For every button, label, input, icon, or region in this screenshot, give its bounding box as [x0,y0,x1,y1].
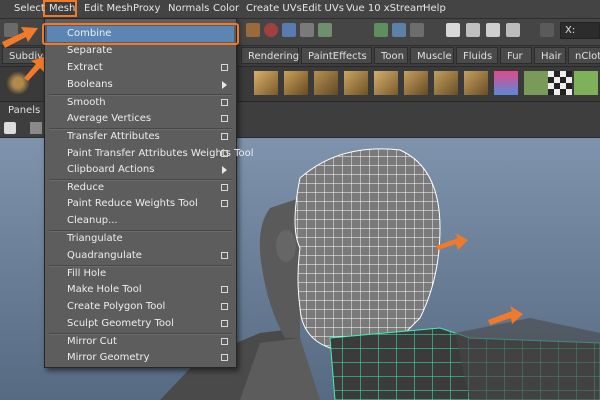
menu-item-reduce[interactable]: Reduce [47,180,234,196]
menu-color[interactable]: Color [213,3,239,14]
attribute-editor-icon[interactable] [506,23,520,37]
menu-edit-mesh[interactable]: Edit Mesh [84,3,133,14]
split-icon[interactable] [344,71,368,95]
tab-painteffects[interactable]: PaintEffects [301,47,372,64]
menu-mesh[interactable]: Mesh [49,3,75,14]
mesh-dropdown-menu: Combine Separate Extract Booleans Smooth… [44,18,254,368]
option-box-icon[interactable] [221,133,228,140]
menu-item-transfer-attributes[interactable]: Transfer Attributes [47,129,234,145]
snap-point-icon[interactable] [282,23,296,37]
menu-item-mirror-cut[interactable]: Mirror Cut [47,334,234,350]
menu-item-paint-reduce-weights[interactable]: Paint Reduce Weights Tool [47,196,234,212]
cube-icon[interactable] [254,71,278,95]
merge-icon[interactable] [374,71,398,95]
menu-item-clipboard-actions[interactable]: Clipboard Actions [47,162,234,178]
menu-item-triangulate[interactable]: Triangulate [47,231,234,247]
option-box-icon[interactable] [221,200,228,207]
menu-item-sculpt-geometry-tool[interactable]: Sculpt Geometry Tool [47,316,234,332]
option-box-icon[interactable] [221,115,228,122]
ipr-render-icon[interactable] [410,23,424,37]
tab-fluids[interactable]: Fluids [456,47,498,64]
option-box-icon[interactable] [221,99,228,106]
bevel-icon[interactable] [314,71,338,95]
option-box-icon[interactable] [221,286,228,293]
tab-hair[interactable]: Hair [534,47,566,64]
menu-item-fill-hole[interactable]: Fill Hole [47,266,234,282]
outliner-icon[interactable] [486,23,500,37]
menu-item-quadrangulate[interactable]: Quadrangulate [47,248,234,264]
menu-bar: Select Mesh Edit Mesh Proxy Normals Colo… [0,0,600,19]
menu-normals[interactable]: Normals [168,3,209,14]
submenu-arrow-icon [222,81,227,89]
menu-item-separate[interactable]: Separate [47,43,234,59]
combine-highlight [42,23,239,45]
option-box-icon[interactable] [221,320,228,327]
menu-item-smooth[interactable]: Smooth [47,95,234,111]
menu-item-mirror-geometry[interactable]: Mirror Geometry [47,350,234,366]
option-box-icon[interactable] [221,184,228,191]
snap-grid-icon[interactable] [246,23,260,37]
history-icon[interactable] [318,23,332,37]
append-icon[interactable] [464,71,488,95]
tab-ncloth[interactable]: nCloth [568,47,600,64]
render-current-icon[interactable] [392,23,406,37]
checker-icon[interactable] [548,71,572,95]
tab-toon[interactable]: Toon [374,47,408,64]
submenu-arrow-icon [222,166,227,174]
tab-rendering[interactable]: Rendering [241,47,299,64]
option-box-icon[interactable] [221,354,228,361]
menu-item-cleanup[interactable]: Cleanup... [47,213,234,229]
menu-select[interactable]: Select [14,3,45,14]
poke-icon[interactable] [434,71,458,95]
menu-edit-uvs[interactable]: Edit UVs [302,3,344,14]
menu-item-booleans[interactable]: Booleans [47,77,234,93]
menu-help[interactable]: Help [423,3,446,14]
texture-icon[interactable] [4,122,16,134]
hypershade-icon[interactable] [466,23,480,37]
tab-fur[interactable]: Fur [500,47,532,64]
crosshair-icon[interactable] [540,23,554,37]
menu-vue-xstream[interactable]: Vue 10 xStream [346,3,426,14]
option-box-icon[interactable] [221,338,228,345]
camera-icon[interactable] [30,122,42,134]
construction-history-icon[interactable] [374,23,388,37]
pin-icon[interactable] [574,71,598,95]
extrude-icon[interactable] [284,71,308,95]
menu-item-paint-transfer-attributes[interactable]: Paint Transfer Attributes Weights Tool [47,146,254,162]
render-settings-icon[interactable] [446,23,460,37]
option-box-icon[interactable] [221,252,228,259]
menu-item-average-vertices[interactable]: Average Vertices [47,111,234,127]
menu-create-uvs[interactable]: Create UVs [246,3,302,14]
option-box-icon[interactable] [221,64,228,71]
uv-icon[interactable] [524,71,548,95]
panels-menu[interactable]: Panels [8,105,40,116]
option-box-icon[interactable] [221,303,228,310]
wedge-icon[interactable] [404,71,428,95]
menu-item-make-hole-tool[interactable]: Make Hole Tool [47,282,234,298]
menu-item-extract[interactable]: Extract [47,60,234,76]
tab-muscle[interactable]: Muscle [410,47,454,64]
snap-curve-icon[interactable] [264,23,278,37]
coordinate-input[interactable]: X: [565,25,575,36]
menu-item-create-polygon-tool[interactable]: Create Polygon Tool [47,299,234,315]
menu-proxy[interactable]: Proxy [133,3,160,14]
option-box-icon[interactable] [221,150,228,157]
normals-icon[interactable] [494,71,518,95]
snap-plane-icon[interactable] [300,23,314,37]
